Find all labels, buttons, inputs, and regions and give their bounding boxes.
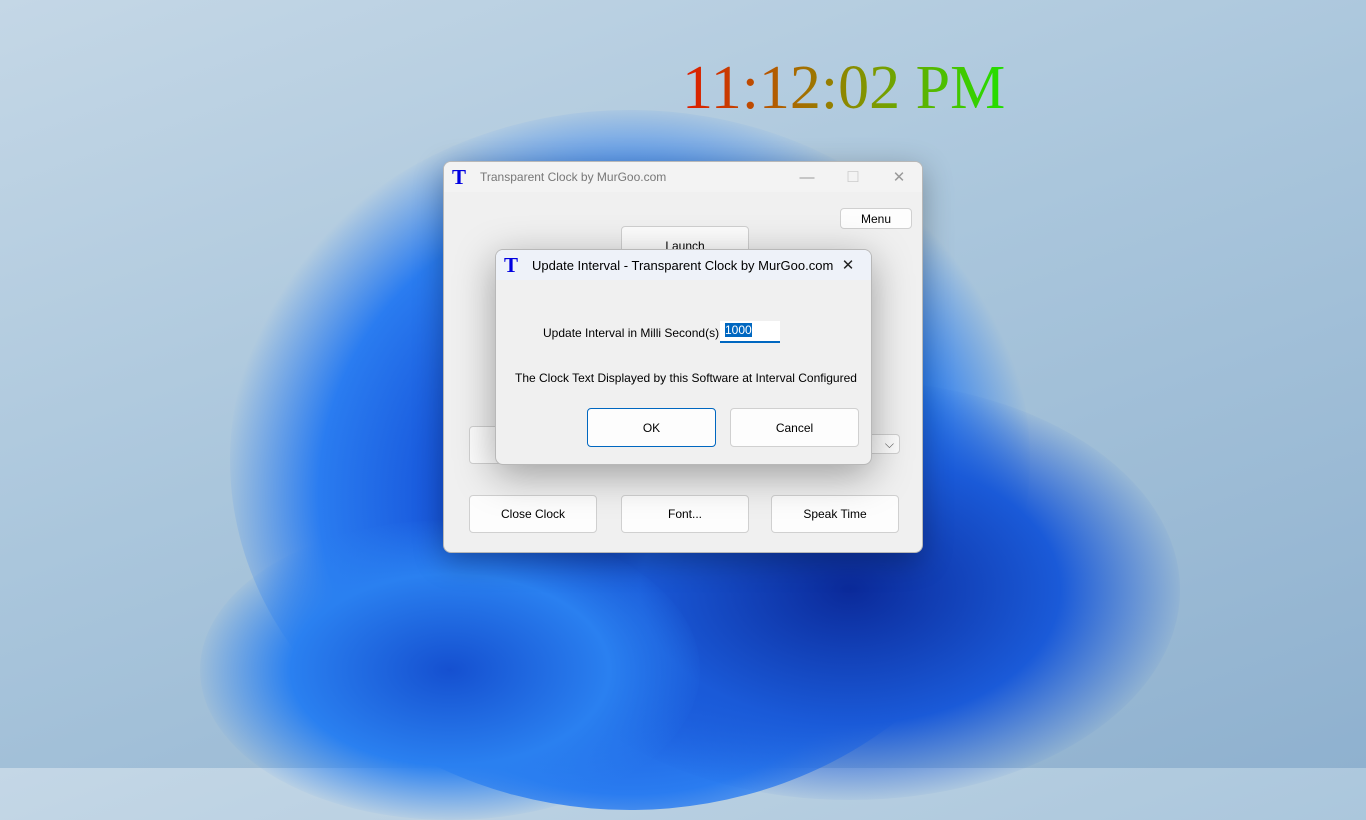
minimize-icon[interactable]: —: [784, 162, 830, 192]
cancel-button[interactable]: Cancel: [730, 408, 859, 447]
app-logo-icon: T: [504, 252, 519, 277]
menu-button[interactable]: Menu: [840, 208, 912, 229]
ok-button[interactable]: OK: [587, 408, 716, 447]
dialog-titlebar: T Update Interval - Transparent Clock by…: [496, 250, 871, 280]
app-logo-icon: T: [452, 164, 467, 189]
speak-time-button[interactable]: Speak Time: [771, 495, 899, 533]
font-button[interactable]: Font...: [621, 495, 749, 533]
main-titlebar: T Transparent Clock by MurGoo.com — ☐ ✕: [444, 162, 922, 192]
dialog-title: Update Interval - Transparent Clock by M…: [532, 257, 834, 273]
main-window-title: Transparent Clock by MurGoo.com: [480, 170, 667, 184]
interval-input[interactable]: 1000: [720, 321, 780, 343]
close-clock-button[interactable]: Close Clock: [469, 495, 597, 533]
maximize-icon[interactable]: ☐: [830, 162, 876, 192]
interval-note: The Clock Text Displayed by this Softwar…: [515, 371, 857, 385]
close-icon[interactable]: ✕: [876, 162, 922, 192]
update-interval-dialog: T Update Interval - Transparent Clock by…: [495, 249, 872, 465]
interval-label: Update Interval in Milli Second(s) :: [543, 326, 726, 340]
dialog-close-icon[interactable]: ✕: [825, 250, 871, 280]
desktop-clock-text: 11:12:02 PM: [682, 54, 1006, 122]
interval-value: 1000: [725, 323, 752, 337]
